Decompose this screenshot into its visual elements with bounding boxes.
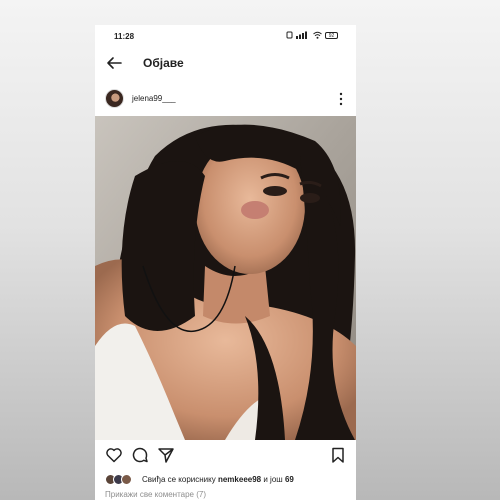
post-header: jelena99___ bbox=[95, 87, 356, 113]
post-photo[interactable] bbox=[95, 116, 356, 440]
avatar[interactable] bbox=[105, 89, 124, 108]
back-arrow-icon[interactable] bbox=[105, 54, 123, 72]
likes-middle: и још bbox=[263, 475, 283, 484]
likes-count[interactable]: 69 bbox=[285, 475, 294, 484]
battery-icon: 92 bbox=[325, 31, 338, 39]
status-time: 11:28 bbox=[114, 32, 135, 41]
wifi-icon bbox=[313, 31, 322, 39]
share-icon[interactable] bbox=[157, 446, 175, 464]
liker-avatar bbox=[121, 474, 132, 485]
bookmark-icon[interactable] bbox=[329, 446, 347, 464]
top-bar: Објаве bbox=[95, 52, 356, 76]
status-icons: 92 bbox=[286, 31, 338, 39]
liker-username[interactable]: nemkeee98 bbox=[218, 475, 261, 484]
signal-icon bbox=[296, 31, 307, 39]
liker-avatars bbox=[105, 474, 139, 486]
likes-text[interactable]: Свиђа се кориснику nemkeee98 и још 69 bbox=[142, 475, 294, 484]
page-title: Објаве bbox=[143, 56, 184, 70]
likes-prefix: Свиђа се кориснику bbox=[142, 475, 216, 484]
post-actions bbox=[95, 446, 356, 468]
post-username[interactable]: jelena99___ bbox=[132, 94, 176, 103]
phone-screen: 11:28 92 Објаве jelena99___ Свиђа се кор… bbox=[95, 25, 356, 500]
view-all-comments-link[interactable]: Прикажи све коментаре (7) bbox=[105, 490, 206, 499]
comment-icon[interactable] bbox=[131, 446, 149, 464]
likes-row: Свиђа се кориснику nemkeee98 и још 69 bbox=[95, 473, 356, 487]
status-bar: 11:28 92 bbox=[95, 25, 356, 47]
nfc-icon bbox=[286, 31, 293, 39]
heart-icon[interactable] bbox=[105, 446, 123, 464]
more-options-icon[interactable] bbox=[338, 92, 344, 106]
